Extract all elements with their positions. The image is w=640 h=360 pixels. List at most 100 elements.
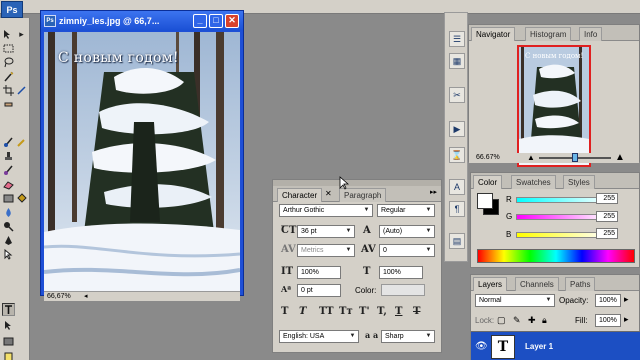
layer-row[interactable]: 👁︎ T Layer 1 — [471, 331, 640, 360]
faux-bold-button[interactable]: T — [281, 306, 288, 317]
layer-name[interactable]: Layer 1 — [525, 342, 553, 351]
zoom-slider-handle[interactable] — [572, 153, 578, 162]
image-canvas[interactable]: С новым годом! — [44, 32, 240, 291]
canvas-greeting-text[interactable]: С новым годом! — [58, 50, 179, 66]
slice-tool-icon[interactable] — [15, 84, 28, 97]
minimize-button[interactable]: _ — [193, 14, 207, 28]
all-caps-button[interactable]: TT — [319, 306, 334, 317]
path-selection-tool-icon[interactable] — [2, 319, 15, 332]
lasso-tool-icon[interactable] — [2, 56, 15, 69]
tab-character[interactable]: Character — [277, 188, 323, 202]
horizontal-scale-field[interactable]: 100% — [379, 266, 423, 279]
vertical-scale-field[interactable]: 100% — [297, 266, 341, 279]
notes-tool-icon[interactable] — [2, 351, 15, 360]
channel-r-label: R — [506, 195, 512, 204]
strikethrough-button[interactable]: T — [413, 306, 420, 317]
magic-wand-tool-icon[interactable] — [2, 70, 15, 83]
tab-histogram[interactable]: Histogram — [525, 27, 572, 41]
tab-info[interactable]: Info — [579, 27, 603, 41]
actions-icon[interactable]: ▶ — [449, 121, 465, 137]
character-panel-icon[interactable]: A — [449, 179, 465, 195]
gradient-tool-icon[interactable] — [2, 192, 15, 205]
pencil-tool-icon[interactable] — [15, 136, 28, 149]
panel-menu-icon[interactable]: ▸▸ — [430, 188, 437, 196]
navigator-thumbnail[interactable]: С новым годом! — [517, 45, 591, 167]
font-family-select[interactable]: Arthur Gothic ▼ — [279, 204, 373, 217]
history-brush-tool-icon[interactable] — [2, 164, 15, 177]
maximize-button[interactable]: □ — [209, 14, 223, 28]
lock-all-icon[interactable]: 🔒︎ — [542, 315, 547, 326]
dodge-tool-icon[interactable] — [2, 220, 15, 233]
lock-transparency-icon[interactable]: ▢ — [497, 315, 506, 326]
language-select[interactable]: English: USA ▼ — [279, 330, 359, 343]
paragraph-panel-icon[interactable]: ¶ — [449, 201, 465, 217]
eraser-tool-icon[interactable] — [2, 178, 15, 191]
g-slider[interactable] — [516, 214, 608, 220]
chevron-down-icon: ▼ — [363, 207, 370, 213]
status-menu-arrow-icon[interactable]: ◂ — [84, 292, 88, 300]
pen-tool-icon[interactable] — [2, 234, 15, 247]
font-size-field[interactable]: 36 pt ▼ — [297, 225, 355, 238]
type-tool-icon[interactable] — [2, 303, 15, 316]
leading-field[interactable]: (Auto) ▼ — [379, 225, 435, 238]
opacity-arrow-icon[interactable]: ▸ — [624, 294, 629, 305]
r-slider[interactable] — [516, 197, 608, 203]
text-color-swatch[interactable] — [381, 284, 425, 296]
channel-g-label: G — [506, 212, 513, 221]
tab-close-icon[interactable]: ✕ — [325, 189, 332, 198]
tracking-icon: AV — [361, 244, 376, 255]
tab-navigator[interactable]: Navigator — [471, 27, 516, 41]
zoom-out-icon[interactable]: ▲ — [527, 153, 535, 162]
brush-tool-icon[interactable] — [2, 136, 15, 149]
lock-move-icon[interactable]: ✚ — [528, 315, 536, 326]
rectangle-tool-icon[interactable] — [2, 335, 15, 348]
tab-paths[interactable]: Paths — [565, 277, 596, 291]
blend-mode-select[interactable]: Normal ▼ — [475, 294, 555, 307]
baseline-shift-field[interactable]: 0 pt — [297, 284, 341, 297]
healing-brush-tool-icon[interactable] — [2, 98, 15, 111]
tab-layers[interactable]: Layers — [473, 277, 508, 291]
b-slider[interactable] — [516, 232, 608, 238]
tab-styles[interactable]: Styles — [563, 175, 595, 189]
document-icon: Ps — [44, 15, 56, 27]
subscript-button[interactable]: T, — [377, 306, 387, 317]
info-panel-icon[interactable]: ▤ — [449, 233, 465, 249]
marquee-tool-icon[interactable] — [2, 42, 15, 55]
opacity-field[interactable]: 100% — [595, 294, 621, 307]
navigator-zoom-field[interactable]: 66.67% — [473, 152, 501, 163]
zoom-in-icon[interactable]: ▲ — [615, 152, 625, 163]
document-zoom-level[interactable]: 66,67% — [47, 293, 71, 300]
small-caps-button[interactable]: Tт — [339, 306, 353, 317]
move-tool-icon[interactable] — [2, 28, 15, 41]
history-icon[interactable]: ⌛ — [449, 147, 465, 163]
font-style-select[interactable]: Regular ▼ — [377, 204, 435, 217]
document-titlebar[interactable]: Ps zimniy_les.jpg @ 66,7... _ □ ✕ — [41, 11, 243, 31]
channel-b-value[interactable]: 255 — [596, 228, 618, 239]
color-spectrum-ramp[interactable] — [477, 249, 635, 263]
tab-swatches[interactable]: Swatches — [511, 175, 556, 189]
tab-color[interactable]: Color — [473, 175, 503, 189]
kerning-field[interactable]: Metrics ▼ — [297, 244, 355, 257]
foreground-color-swatch[interactable] — [477, 193, 493, 209]
underline-button[interactable]: T — [395, 306, 402, 317]
tool-presets-icon[interactable]: ▦ — [449, 53, 465, 69]
close-button[interactable]: ✕ — [225, 14, 239, 28]
brushes-panel-icon[interactable]: ☰ — [449, 31, 465, 47]
blur-tool-icon[interactable] — [2, 206, 15, 219]
clone-stamp-tool-icon[interactable] — [2, 150, 15, 163]
fill-arrow-icon[interactable]: ▸ — [624, 314, 629, 325]
eye-visibility-icon[interactable]: 👁︎ — [475, 341, 488, 352]
anti-aliasing-select[interactable]: Sharp ▼ — [381, 330, 435, 343]
crop-tool-icon[interactable] — [2, 84, 15, 97]
superscript-button[interactable]: T' — [359, 306, 370, 317]
direct-selection-tool-icon[interactable] — [2, 248, 15, 261]
tab-channels[interactable]: Channels — [515, 277, 559, 291]
lock-brush-icon[interactable]: ✎ — [513, 315, 521, 326]
channel-g-value[interactable]: 255 — [596, 211, 618, 222]
faux-italic-button[interactable]: T — [299, 306, 306, 317]
tracking-field[interactable]: 0 ▼ — [379, 244, 435, 257]
fill-field[interactable]: 100% — [595, 314, 621, 327]
channel-r-value[interactable]: 255 — [596, 193, 618, 204]
layer-comps-icon[interactable]: ✂ — [449, 87, 465, 103]
paint-bucket-tool-icon[interactable] — [15, 192, 28, 205]
